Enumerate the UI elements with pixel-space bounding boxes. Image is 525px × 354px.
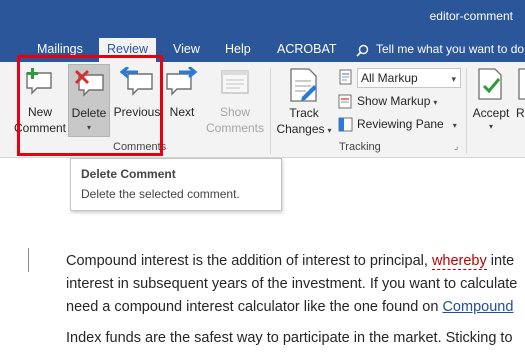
reviewing-pane-label: Reviewing Pane ▾ — [357, 117, 457, 131]
tooltip-title: Delete Comment — [81, 167, 176, 181]
tooltip: Delete Comment Delete the selected comme… — [70, 158, 282, 211]
markup-select-value: All Markup — [361, 71, 418, 85]
chevron-down-icon: ▾ — [452, 121, 457, 130]
chevron-down-icon: ▾ — [433, 98, 438, 107]
reviewing-pane-icon — [338, 117, 353, 132]
paragraph-1-line-1[interactable]: Compound interest is the addition of int… — [66, 251, 514, 271]
chevron-down-icon: ▾ — [327, 126, 332, 135]
markup-select[interactable]: All Markup ▾ — [357, 68, 461, 88]
track-changes-icon — [290, 68, 317, 102]
tab-acrobat[interactable]: ACROBAT — [269, 38, 345, 62]
next-comment-button[interactable]: Next — [163, 64, 201, 136]
window-title: editor-comment — [429, 9, 513, 23]
group-divider — [270, 68, 271, 154]
text-run: inte — [486, 253, 515, 269]
show-comments-button[interactable]: Show Comments — [203, 64, 267, 136]
track-changes-line2-text: Changes — [276, 122, 325, 136]
reject-label: Reje — [516, 106, 525, 120]
show-comments-line2: Comments — [205, 121, 264, 135]
next-comment-icon — [166, 67, 198, 96]
dialog-launcher-icon[interactable]: ⌟ — [454, 141, 458, 152]
tab-help[interactable]: Help — [217, 38, 259, 62]
next-label: Next — [169, 105, 195, 119]
compound-link[interactable]: Compound — [442, 299, 513, 315]
group-divider — [466, 68, 467, 154]
chevron-down-icon: ▾ — [488, 122, 493, 131]
text-cursor-marker — [28, 248, 29, 272]
reject-icon — [518, 68, 525, 100]
show-markup-icon — [338, 94, 352, 109]
show-markup-text: Show Markup — [357, 94, 431, 108]
tell-me-text: Tell me what you want to do — [376, 42, 525, 56]
chevron-down-icon: ▾ — [451, 74, 456, 84]
tracking-group-label: Tracking — [339, 141, 381, 153]
show-comments-icon — [221, 70, 249, 94]
reject-button[interactable]: Reje — [514, 64, 525, 140]
accept-button[interactable]: Accept ▾ — [470, 64, 512, 140]
search-icon — [356, 44, 369, 57]
accept-icon — [478, 68, 502, 100]
reviewing-pane-text: Reviewing Pane — [357, 117, 444, 131]
track-changes-button[interactable]: Track Changes ▾ — [274, 64, 334, 140]
text-run: Compound interest is the addition of int… — [66, 253, 432, 269]
show-comments-line1: Show — [219, 105, 251, 119]
show-markup-label: Show Markup ▾ — [357, 94, 437, 108]
tooltip-description: Delete the selected comment. — [81, 187, 240, 201]
flagged-word[interactable]: whereby — [431, 253, 487, 270]
paragraph-1-line-2[interactable]: interest in subsequent years of the inve… — [66, 274, 517, 294]
track-changes-line2: Changes ▾ — [274, 122, 334, 136]
accept-label: Accept — [472, 106, 510, 120]
highlight-box — [17, 55, 163, 156]
title-bar: editor-comment Mailings Review View Help… — [0, 0, 525, 62]
paragraph-2[interactable]: Index funds are the safest way to partic… — [66, 328, 513, 348]
markup-icon — [339, 69, 352, 85]
text-run: need a compound interest calculator like… — [66, 299, 443, 315]
paragraph-1-line-3[interactable]: need a compound interest calculator like… — [66, 297, 513, 317]
tab-view[interactable]: View — [165, 38, 208, 62]
track-changes-line1: Track — [289, 106, 319, 120]
